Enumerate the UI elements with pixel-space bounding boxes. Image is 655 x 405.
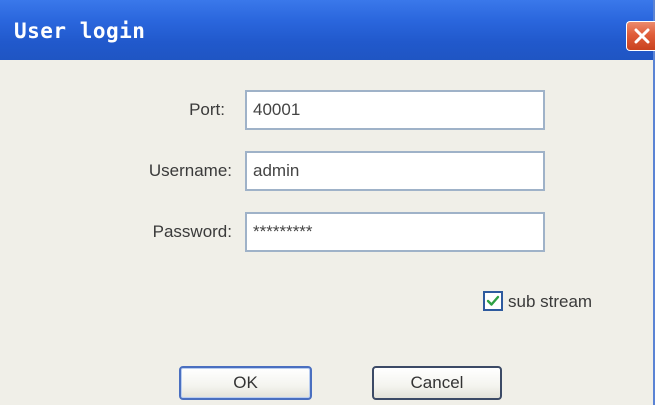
port-label: Port: [189, 100, 225, 119]
password-label: Password: [152, 222, 232, 241]
password-input[interactable]: ********* [245, 212, 545, 252]
username-label: Username: [148, 161, 232, 180]
username-input[interactable]: admin [245, 151, 545, 191]
close-button[interactable] [626, 21, 655, 51]
login-dialog: User login Port: 40001 Username: admin P… [0, 0, 655, 405]
window-title: User login [14, 19, 146, 43]
cancel-button[interactable]: Cancel [372, 366, 502, 400]
close-icon [634, 28, 650, 44]
ok-button[interactable]: OK [179, 366, 312, 400]
sub-stream-label[interactable]: sub stream [508, 292, 592, 312]
port-input[interactable]: 40001 [245, 90, 545, 130]
checkmark-icon [486, 295, 500, 306]
title-bar[interactable]: User login [0, 0, 655, 60]
sub-stream-checkbox[interactable] [483, 291, 503, 311]
